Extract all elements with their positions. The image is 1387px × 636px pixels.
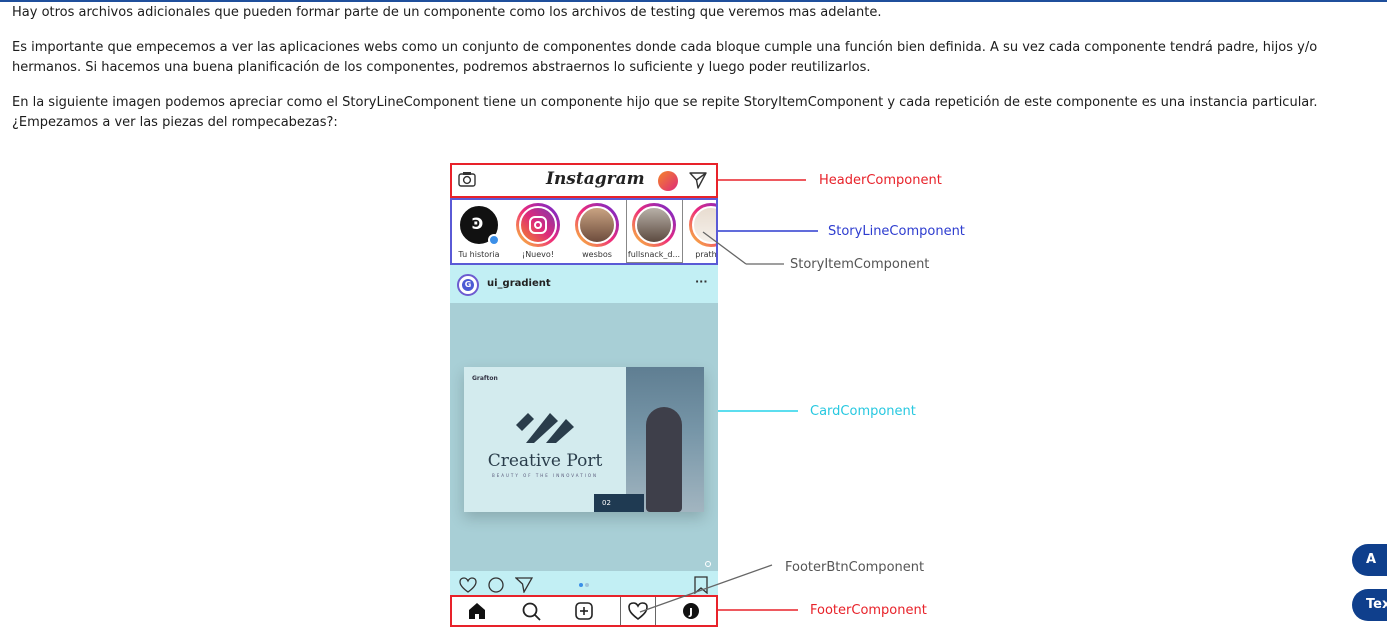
floating-text-button[interactable]: Tex [1352,589,1387,621]
footer-component-label: FooterComponent [810,603,927,618]
floating-action-button-a[interactable]: A [1352,544,1387,576]
header-component-label: HeaderComponent [819,173,942,188]
storyitem-component-label: StoryItemComponent [790,257,930,272]
storyline-component-label: StoryLineComponent [828,224,965,239]
annotation-lines [639,179,818,613]
card-component-label: CardComponent [810,404,916,419]
footerbtn-component-label: FooterBtnComponent [785,560,925,575]
